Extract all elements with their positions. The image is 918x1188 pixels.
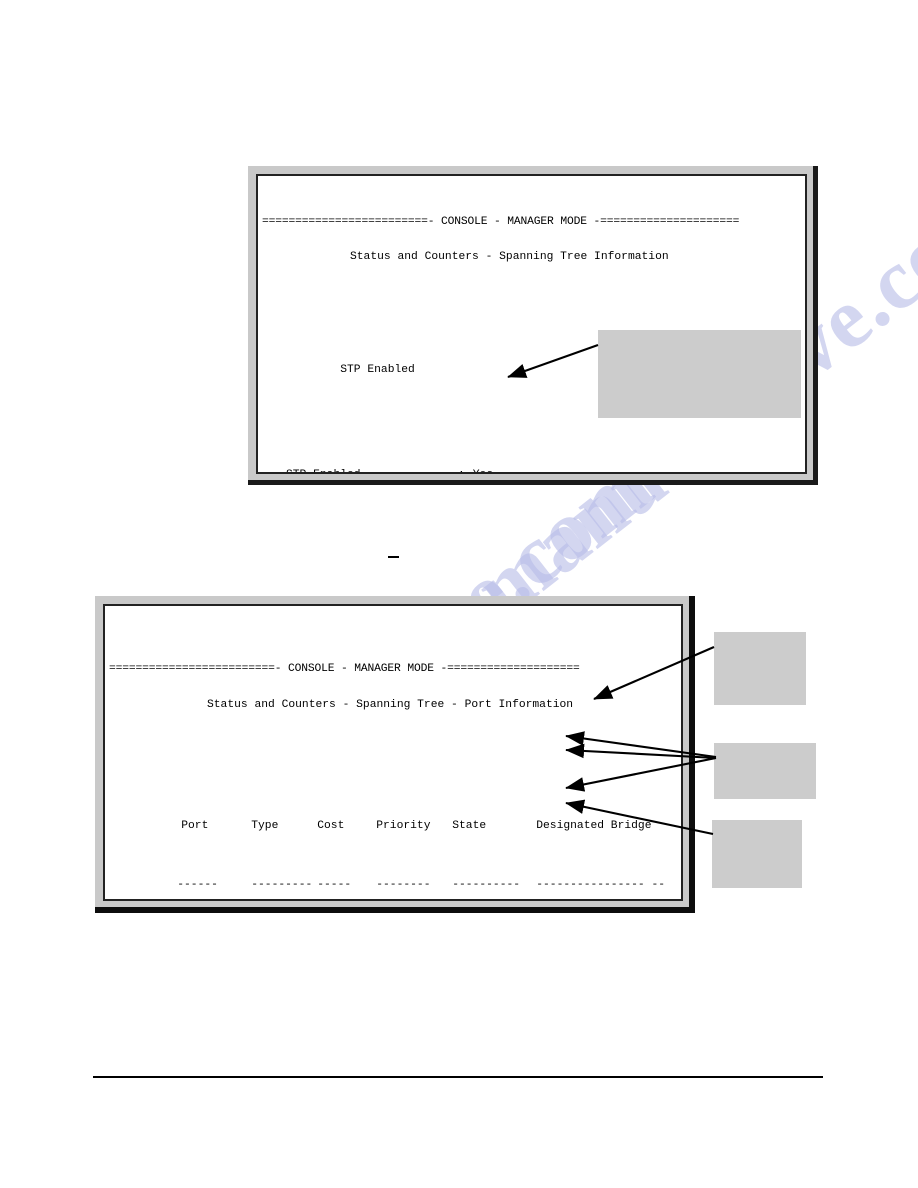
column-rule-bridge: ---------------- -- xyxy=(536,878,666,891)
figure2-terminal-screen: =========================- CONSOLE - MAN… xyxy=(103,604,683,901)
field-sep: : xyxy=(458,469,465,472)
figure1-fields-group1: STP Enabled:Yes Switch Priority:32,768 H… xyxy=(262,446,805,472)
field-label: STP Enabled xyxy=(286,469,458,472)
column-rule-port: ------ xyxy=(177,878,218,891)
column-header-cost: Cost xyxy=(317,819,345,832)
figure1-callout-box-1 xyxy=(598,330,801,418)
column-rule-state: ---------- xyxy=(452,878,521,891)
figure2-callout-box-2 xyxy=(714,743,816,799)
figure2-screen-text: =========================- CONSOLE - MAN… xyxy=(105,606,681,899)
figure1-terminal-screen: =========================- CONSOLE - MAN… xyxy=(256,174,807,474)
column-header-priority: Priority xyxy=(376,819,431,832)
figure2-subtitle: Status and Counters - Spanning Tree - Po… xyxy=(207,699,574,712)
stray-dash-mark xyxy=(388,556,399,558)
figure1-title-bar: =========================- CONSOLE - MAN… xyxy=(262,216,740,228)
figure1-screen-text: =========================- CONSOLE - MAN… xyxy=(258,176,805,472)
column-rule-type: --------- xyxy=(251,878,313,891)
figure2-table-header-row: Port Type Cost Priority State Designated Brid… xyxy=(109,810,681,844)
figure2-title-bar: =========================- CONSOLE - MAN… xyxy=(109,663,580,675)
page-bottom-rule xyxy=(93,1076,823,1078)
column-header-state: State xyxy=(452,819,487,832)
figure1-terminal-frame: =========================- CONSOLE - MAN… xyxy=(248,166,818,485)
column-header-bridge: Designated Bridge xyxy=(536,819,652,832)
column-rule-priority: -------- xyxy=(376,878,431,891)
column-header-type: Type xyxy=(251,819,279,832)
field-value: Yes xyxy=(473,469,493,472)
field-label: STP Enabled xyxy=(340,363,415,376)
figure2-table-rule-row: ------ --------- ----- -------- ---------- --… xyxy=(109,868,681,899)
figure2-callout-box-1 xyxy=(714,632,806,705)
column-header-port: Port xyxy=(181,819,209,832)
column-rule-cost: ----- xyxy=(317,878,352,891)
figure2-callout-box-3 xyxy=(712,820,802,888)
figure2-terminal-frame: =========================- CONSOLE - MAN… xyxy=(95,596,695,913)
field-line: STP Enabled: Yes xyxy=(286,469,805,472)
figure1-subtitle: Status and Counters - Spanning Tree Info… xyxy=(350,251,669,264)
